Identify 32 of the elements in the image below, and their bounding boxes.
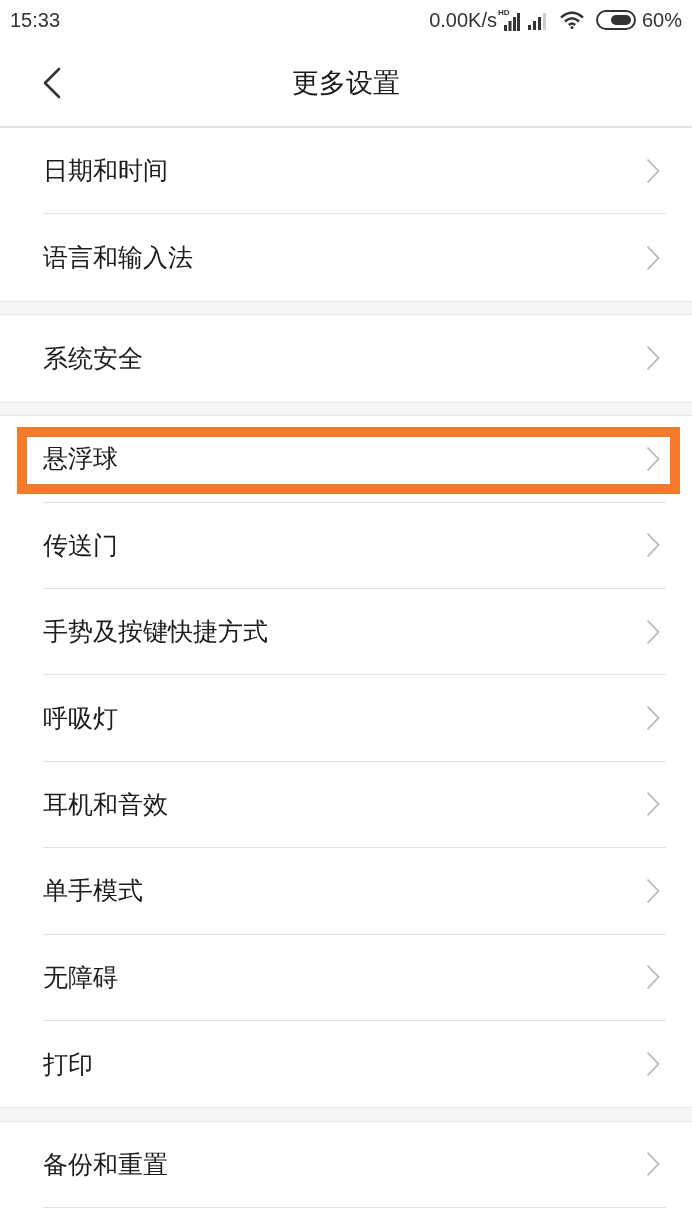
chevron-right-icon <box>646 445 660 472</box>
chevron-right-icon <box>646 1051 660 1078</box>
settings-row[interactable]: 系统安全 <box>0 315 692 402</box>
chevron-right-icon <box>646 791 660 818</box>
status-time: 15:33 <box>10 8 61 32</box>
settings-row[interactable]: 语言和输入法 <box>0 214 692 301</box>
settings-row[interactable]: 手势及按键快捷方式 <box>0 588 692 675</box>
signal-icon <box>527 12 548 30</box>
chevron-right-icon <box>646 618 660 645</box>
chevron-right-icon <box>646 345 660 372</box>
settings-row[interactable]: 悬浮球 <box>0 416 692 502</box>
page-title: 更多设置 <box>292 66 400 100</box>
back-icon[interactable] <box>43 67 61 99</box>
battery-percentage: 60% <box>641 8 682 32</box>
chevron-right-icon <box>646 705 660 732</box>
chevron-right-icon <box>646 964 660 991</box>
settings-row[interactable]: 单手模式 <box>0 848 692 934</box>
settings-row[interactable]: 呼吸灯 <box>0 675 692 761</box>
settings-row[interactable]: 日期和时间 <box>0 128 692 214</box>
wifi-icon <box>559 11 584 29</box>
settings-row[interactable]: 打印 <box>0 1020 692 1108</box>
chevron-right-icon <box>646 1151 660 1178</box>
chevron-right-icon <box>646 157 660 184</box>
settings-row[interactable]: 传送门 <box>0 502 692 588</box>
settings-row[interactable]: 备份和重置 <box>0 1121 692 1208</box>
settings-row[interactable]: 无障碍 <box>0 934 692 1020</box>
network-speed: 0.00K/s <box>429 8 497 32</box>
settings-row[interactable]: 耳机和音效 <box>0 761 692 848</box>
chevron-right-icon <box>646 877 660 904</box>
chevron-right-icon <box>646 532 660 559</box>
battery-icon <box>595 10 636 30</box>
chevron-right-icon <box>646 244 660 271</box>
